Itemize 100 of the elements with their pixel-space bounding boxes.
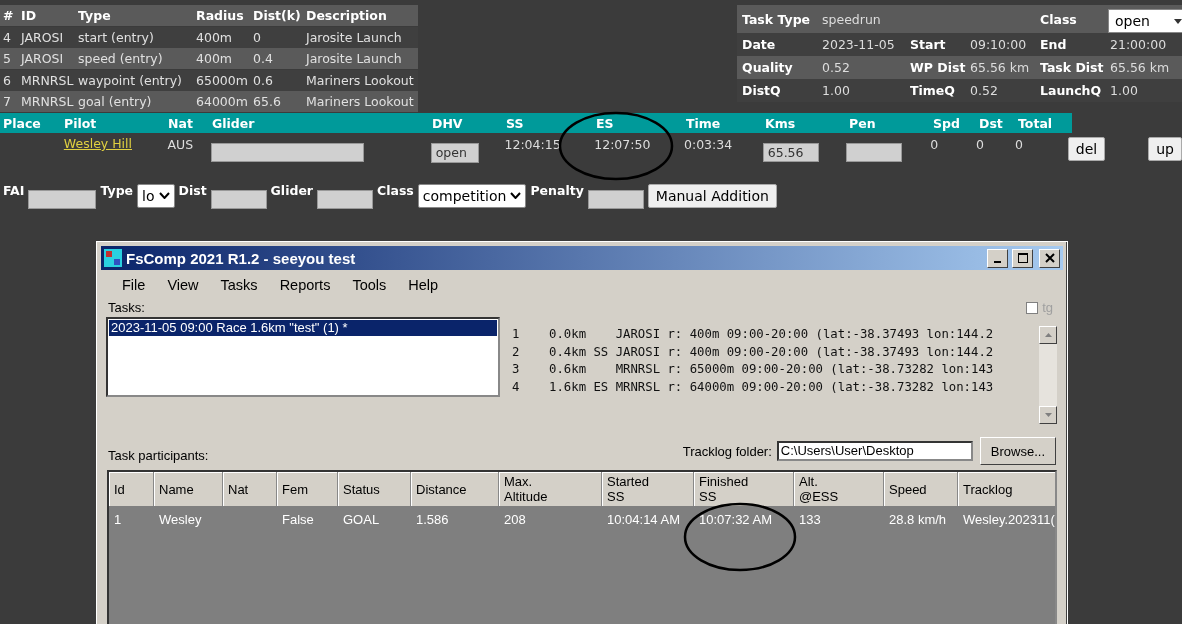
field-label: WP Dist — [909, 60, 967, 75]
table-cell-text: 0 — [1014, 137, 1024, 152]
up-button[interactable]: up — [1148, 137, 1182, 161]
text-field[interactable] — [210, 190, 267, 209]
table-cell: Mariners Lookout — [303, 91, 418, 113]
column-header[interactable]: Speed — [884, 472, 958, 506]
table-cell-text: GOAL — [342, 511, 381, 527]
app-icon — [104, 249, 122, 267]
text-field[interactable] — [587, 190, 644, 209]
field-value: speedrun — [821, 11, 882, 27]
field-value: 0.52 — [969, 83, 999, 98]
table-cell: 0.6 — [250, 69, 303, 91]
browse-button[interactable]: Browse... — [979, 437, 1056, 465]
table-cell: 6 — [0, 69, 18, 91]
window-title: FsComp 2021 R1.2 - seeyou test — [126, 249, 357, 267]
field-label: Dist — [178, 183, 207, 198]
field-label: Class — [1039, 11, 1078, 27]
column-header[interactable]: Finished SS — [694, 472, 794, 506]
table-cell: 7 — [0, 91, 18, 113]
column-header[interactable]: Name — [154, 472, 223, 506]
table-cell: JAROSI — [18, 26, 75, 48]
scrollbar[interactable] — [1039, 326, 1057, 424]
table-cell: 0 — [250, 26, 303, 48]
column-header: Dist(k) — [250, 5, 303, 26]
close-icon — [1044, 253, 1055, 263]
table-cell: speed (entry) — [75, 48, 193, 70]
field-value: 2023-11-05 — [821, 37, 896, 52]
maximize-icon — [1017, 253, 1028, 263]
class-select[interactable]: open — [1108, 9, 1182, 33]
pilot-link[interactable]: Wesley Hill — [63, 136, 132, 151]
table-cell-text: AUS — [166, 137, 195, 152]
table-cell: Jarosite Launch — [303, 48, 418, 70]
column-header: Type — [75, 5, 193, 26]
menu-item[interactable]: File — [111, 277, 157, 293]
column-header[interactable]: Status — [338, 472, 411, 506]
tracklog-label: Tracklog folder: — [682, 443, 772, 459]
list-item[interactable]: 2023-11-05 09:00 Race 1.6km "test" (1) * — [109, 320, 497, 336]
dropdown[interactable]: competition — [417, 183, 527, 208]
column-header[interactable]: Fem — [277, 472, 338, 506]
table-cell: JAROSI — [18, 48, 75, 70]
field-label: Task Dist — [1039, 60, 1105, 75]
dropdown[interactable]: lo — [137, 183, 175, 208]
menu-item[interactable]: Tools — [341, 277, 398, 293]
menu-item[interactable]: View — [156, 277, 210, 293]
table-cell-text: 1 — [113, 511, 123, 527]
checkbox[interactable] — [1026, 301, 1039, 314]
text-field[interactable] — [317, 190, 374, 209]
menu-item[interactable]: Reports — [268, 277, 342, 293]
manual-addition-button[interactable]: Manual Addition — [647, 183, 777, 208]
caret-icon — [1174, 18, 1182, 24]
field-label: DistQ — [741, 83, 782, 98]
glider-field[interactable] — [211, 143, 365, 162]
tracklog-folder-field[interactable]: C:\Users\User\Desktop — [776, 441, 973, 461]
table-cell: 4 — [0, 26, 18, 48]
table-cell-text: Wesley — [158, 511, 203, 527]
column-header[interactable]: Alt. @ESS — [794, 472, 884, 506]
table-cell: waypoint (entry) — [75, 69, 193, 91]
table-cell-text: 10:07:32 AM — [698, 511, 773, 527]
maximize-button[interactable] — [1012, 248, 1033, 268]
table-cell-text: 12:04:15 — [503, 137, 562, 152]
field-value: 65.56 km — [969, 60, 1031, 75]
field-label: Quality — [741, 60, 794, 75]
penalty-field[interactable] — [846, 143, 903, 162]
waypoint-line: 4 1.6km ES MRNRSL r: 64000m 09:00-20:00 (lat:-38.73282 lon:143 — [512, 379, 995, 396]
table-cell-text: 0 — [975, 137, 986, 152]
menu-item[interactable]: Tasks — [209, 277, 269, 293]
table-cell-text: 1.586 — [415, 511, 450, 527]
field-label: Penalty — [530, 183, 584, 198]
column-header: # — [0, 5, 18, 26]
field-label: Glider — [270, 183, 314, 198]
text-field[interactable] — [28, 190, 97, 209]
table-cell: MRNRSL — [18, 91, 75, 113]
table-cell-text: 208 — [503, 511, 527, 527]
column-header[interactable]: Id — [109, 472, 154, 506]
field-value: 09:10:00 — [969, 37, 1028, 52]
field-label: Date — [741, 37, 777, 52]
column-header[interactable]: Started SS — [602, 472, 694, 506]
column-header[interactable]: Max. Altitude — [499, 472, 602, 506]
table-cell: 400m — [193, 26, 250, 48]
column-header[interactable]: Tracklog — [958, 472, 1055, 506]
field-label: LaunchQ — [1039, 83, 1103, 98]
close-button[interactable] — [1039, 248, 1060, 268]
minimize-icon — [994, 260, 1001, 263]
column-header[interactable]: Distance — [411, 472, 499, 506]
menu-item[interactable]: Help — [397, 277, 450, 293]
table-cell: Mariners Lookout — [303, 69, 418, 91]
field-label: Start — [909, 37, 947, 52]
up-arrow-icon — [1044, 333, 1052, 337]
delete-button[interactable]: del — [1067, 137, 1106, 161]
kms-field[interactable]: 65.56 — [762, 143, 819, 162]
table-cell: 64000m — [193, 91, 250, 113]
column-header[interactable]: Nat — [223, 472, 277, 506]
table-cell-text: Wesley.202311( — [962, 511, 1055, 527]
minimize-button[interactable] — [987, 248, 1008, 268]
table-cell: 400m — [193, 48, 250, 70]
results-header: Place Pilot Nat Glider DHV SS ES Time Kms Pen Spd Dst Total — [0, 113, 1072, 133]
table-cell: 0.4 — [250, 48, 303, 70]
dhv-field[interactable]: open — [430, 143, 479, 163]
table-cell: 65.6 — [250, 91, 303, 113]
field-label: FAI — [3, 183, 25, 198]
